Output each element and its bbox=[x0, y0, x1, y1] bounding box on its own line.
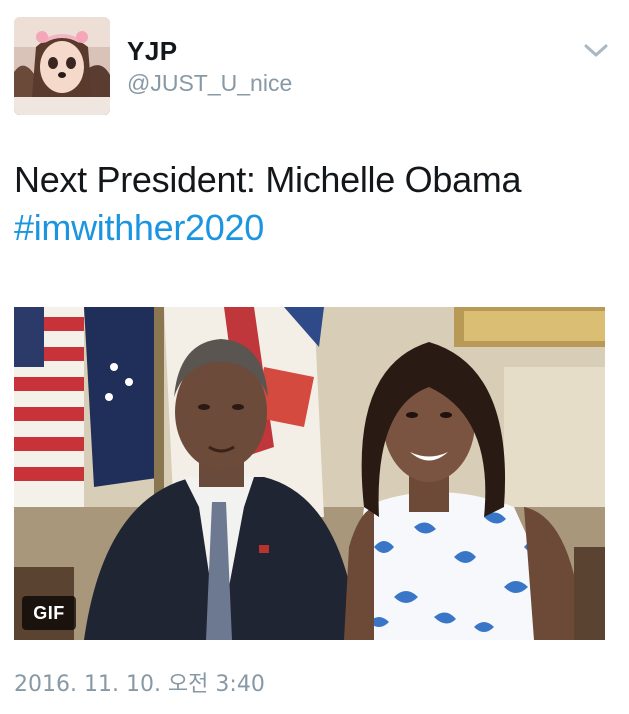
tweet-timestamp[interactable]: 2016. 11. 10. 오전 3:40 bbox=[14, 666, 265, 698]
gif-badge: GIF bbox=[22, 596, 76, 630]
tweet-media-gif[interactable] bbox=[14, 307, 605, 640]
avatar[interactable] bbox=[14, 17, 110, 115]
chevron-down-icon[interactable] bbox=[583, 42, 609, 60]
tweet-text-body: Next President: Michelle Obama bbox=[14, 159, 522, 200]
display-name[interactable]: YJP bbox=[127, 36, 178, 67]
tweet-text: Next President: Michelle Obama #imwithhe… bbox=[14, 156, 614, 252]
tweet: YJP @JUST_U_nice Next President: Michell… bbox=[0, 0, 629, 714]
hashtag-link[interactable]: #imwithher2020 bbox=[14, 204, 614, 252]
avatar-image bbox=[14, 17, 110, 115]
media-image bbox=[14, 307, 605, 640]
user-handle[interactable]: @JUST_U_nice bbox=[127, 70, 292, 97]
